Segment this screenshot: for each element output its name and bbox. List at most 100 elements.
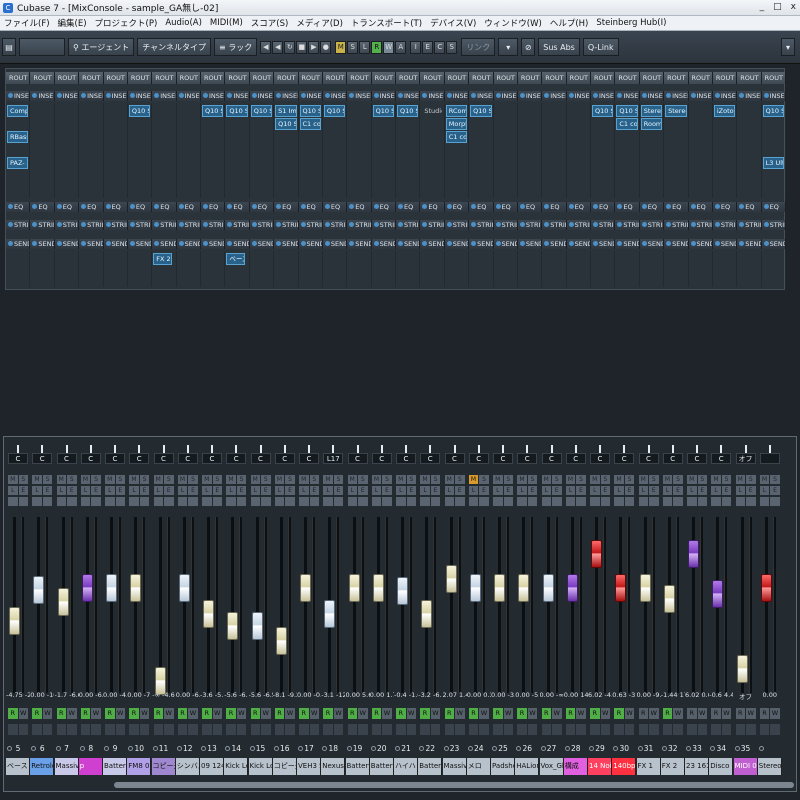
record-enable-button[interactable]	[67, 724, 77, 735]
edit-button[interactable]: E	[649, 486, 659, 495]
routing-slot[interactable]: ROUT	[6, 72, 31, 84]
routing-slot[interactable]: ROUT	[249, 72, 275, 84]
input-monitor-button[interactable]	[444, 724, 454, 735]
input-monitor-button[interactable]	[226, 724, 236, 735]
insert-plugin-slot[interactable]: C1 cor	[445, 131, 468, 143]
rack-button[interactable]: ≡ ラック	[214, 38, 258, 56]
sus-abs-button[interactable]: Sus Abs	[538, 38, 580, 56]
sends-toggle[interactable]: SEND	[274, 239, 299, 249]
monitor-button[interactable]	[468, 497, 479, 506]
solo-button[interactable]: S	[406, 475, 416, 484]
inserts-toggle[interactable]: INSEI	[249, 91, 275, 101]
edit-button[interactable]: E	[212, 486, 222, 495]
freeze-button[interactable]	[18, 497, 28, 506]
read-automation-button[interactable]: R	[129, 708, 139, 719]
sends-toggle[interactable]: SEND	[249, 239, 275, 249]
go-to-start-icon[interactable]: ◀	[260, 40, 272, 54]
global-write-button[interactable]: W	[383, 40, 395, 54]
insert-plugin-slot[interactable]: Q10 S	[202, 105, 224, 117]
routing-slot[interactable]: ROUT	[176, 72, 201, 84]
monitor-button[interactable]	[638, 497, 648, 506]
volume-fader[interactable]	[712, 580, 724, 608]
pan-control[interactable]: C	[541, 453, 562, 464]
edit-button[interactable]: E	[236, 486, 247, 495]
inserts-toggle[interactable]: INSEI	[761, 91, 786, 101]
edit-button[interactable]: E	[673, 486, 683, 495]
eq-toggle[interactable]: EQ	[103, 202, 128, 212]
strip-toggle[interactable]: STRII	[201, 220, 226, 230]
listen-button[interactable]: L	[202, 486, 212, 495]
channel-list-toggle-icon[interactable]: ▤	[2, 38, 16, 56]
listen-button[interactable]: L	[371, 486, 382, 495]
solo-button[interactable]: S	[552, 475, 562, 484]
monitor-button[interactable]	[711, 497, 721, 506]
pan-control[interactable]: C	[8, 453, 28, 464]
monitor-button[interactable]	[396, 497, 406, 506]
volume-fader[interactable]	[518, 574, 530, 602]
freeze-button[interactable]	[527, 497, 538, 506]
sends-toggle[interactable]: SEND	[225, 239, 250, 249]
menu-item[interactable]: MIDI(M)	[206, 18, 247, 28]
record-enable-button[interactable]	[188, 724, 198, 735]
strip-toggle[interactable]: STRII	[54, 220, 80, 230]
misc-button-s[interactable]: S	[446, 40, 458, 54]
strip-toggle[interactable]: STRII	[371, 220, 396, 230]
solo-button[interactable]: S	[333, 475, 344, 484]
input-monitor-button[interactable]	[468, 724, 479, 735]
listen-button[interactable]: L	[541, 486, 551, 495]
sends-toggle[interactable]: SEND	[201, 239, 226, 249]
menu-item[interactable]: トランスポート(T)	[347, 17, 426, 29]
volume-fader[interactable]	[57, 587, 69, 616]
channel-name[interactable]: 構成	[563, 758, 588, 775]
strip-toggle[interactable]: STRII	[176, 220, 201, 230]
eq-toggle[interactable]: EQ	[639, 202, 665, 212]
read-automation-button[interactable]: R	[468, 708, 479, 719]
write-automation-button[interactable]: W	[188, 708, 198, 719]
inserts-toggle[interactable]: INSEI	[566, 91, 591, 101]
mute-button[interactable]: M	[517, 475, 527, 484]
freeze-button[interactable]	[430, 497, 441, 506]
routing-slot[interactable]: ROUT	[761, 72, 786, 84]
volume-fader[interactable]	[300, 574, 311, 602]
volume-fader[interactable]	[372, 574, 384, 602]
mute-button[interactable]: M	[662, 475, 673, 484]
pan-control[interactable]: C	[396, 453, 416, 464]
eq-toggle[interactable]: EQ	[371, 202, 396, 212]
insert-plugin-slot[interactable]: Morpf	[445, 118, 468, 130]
insert-plugin-slot[interactable]: Q10 S	[592, 105, 614, 117]
routing-slot[interactable]: ROUT	[493, 72, 518, 84]
record-enable-button[interactable]	[164, 724, 174, 735]
listen-button[interactable]: L	[32, 486, 42, 495]
mute-button[interactable]: M	[565, 475, 576, 484]
read-automation-button[interactable]: R	[250, 708, 260, 719]
strip-toggle[interactable]: STRII	[591, 220, 616, 230]
strip-toggle[interactable]: STRII	[688, 220, 713, 230]
volume-fader[interactable]	[469, 574, 481, 602]
strip-toggle[interactable]: STRII	[396, 220, 421, 230]
freeze-button[interactable]	[624, 497, 635, 506]
inserts-toggle[interactable]: INSEI	[127, 91, 153, 101]
routing-slot[interactable]: ROUT	[201, 72, 226, 84]
freeze-button[interactable]	[309, 497, 319, 506]
write-automation-button[interactable]: W	[42, 708, 53, 719]
input-monitor-button[interactable]	[711, 724, 721, 735]
record-enable-button[interactable]	[455, 724, 465, 735]
listen-button[interactable]: L	[662, 486, 673, 495]
listen-button[interactable]: L	[56, 486, 66, 495]
sends-toggle[interactable]: SEND	[639, 239, 665, 249]
input-monitor-button[interactable]	[493, 724, 503, 735]
channel-name[interactable]: Padsho	[491, 758, 515, 775]
pan-control[interactable]: C	[299, 453, 319, 464]
monitor-button[interactable]	[105, 497, 115, 506]
strip-toggle[interactable]: STRII	[103, 220, 128, 230]
edit-button[interactable]: E	[527, 486, 538, 495]
insert-plugin-slot[interactable]: S1 Im	[275, 105, 297, 117]
insert-plugin-slot[interactable]: Q10 S	[470, 105, 492, 117]
monitor-button[interactable]	[202, 497, 212, 506]
monitor-button[interactable]	[517, 497, 527, 506]
channel-name[interactable]: 09 124	[200, 758, 224, 775]
routing-slot[interactable]: ROUT	[30, 72, 55, 84]
input-monitor-button[interactable]	[614, 724, 624, 735]
input-monitor-button[interactable]	[153, 724, 163, 735]
sends-toggle[interactable]: SEND	[517, 239, 543, 249]
